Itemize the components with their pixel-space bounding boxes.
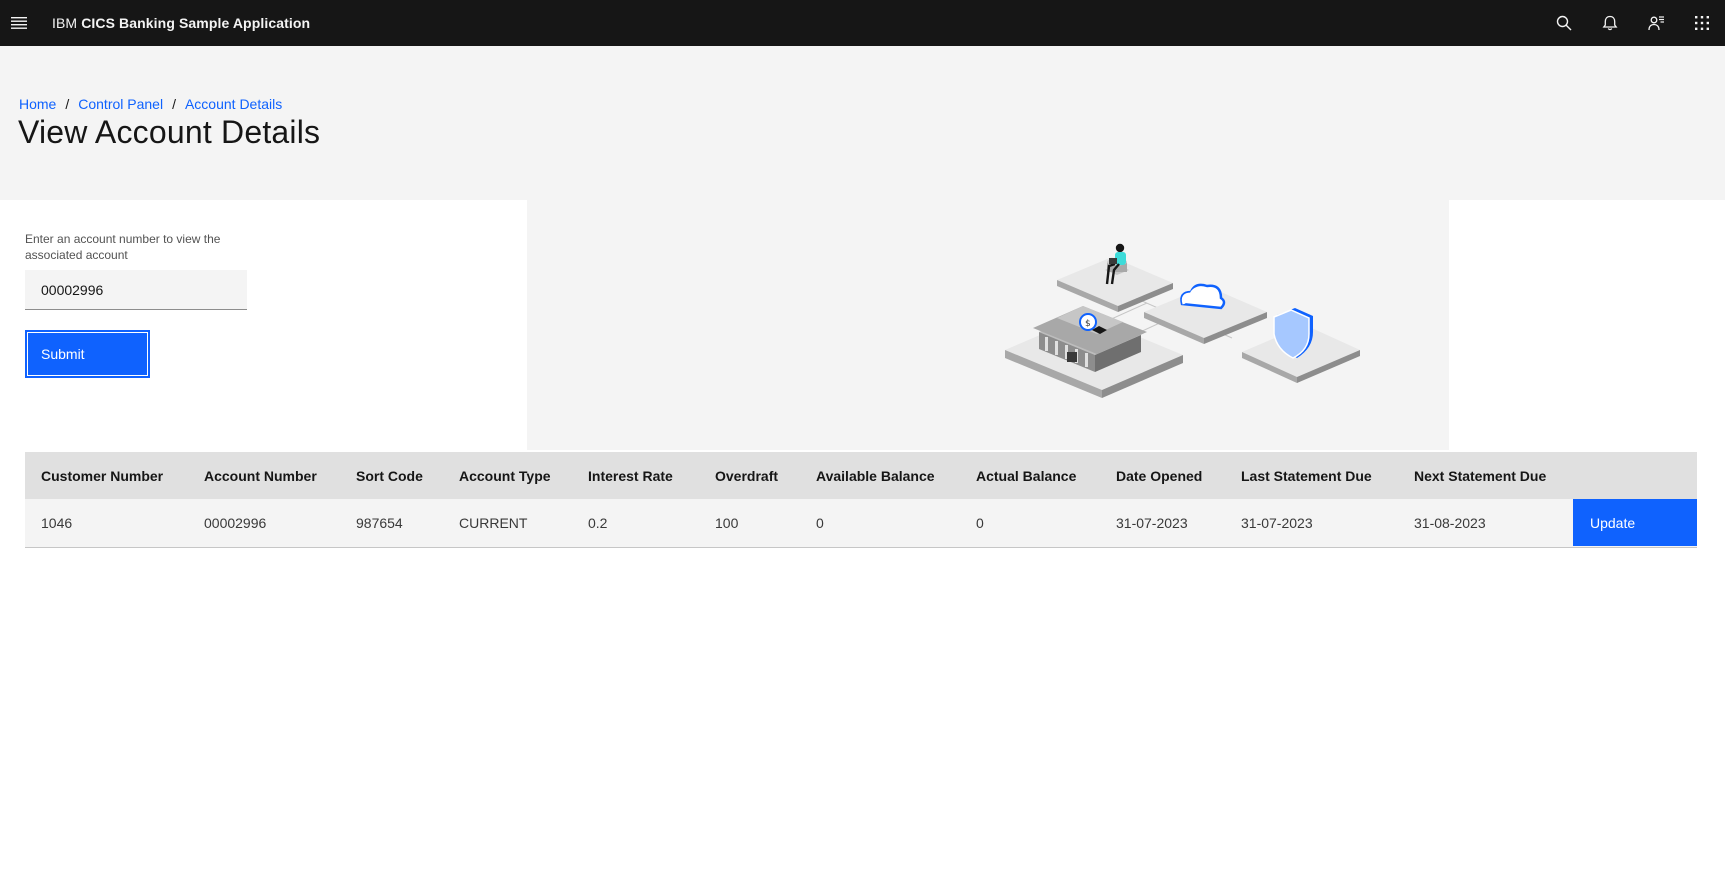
cell-date-opened: 31-07-2023 <box>1116 514 1188 531</box>
cloud-platform <box>1144 283 1267 344</box>
top-header: IBM CICS Banking Sample Application <box>0 0 1725 46</box>
breadcrumb-separator: / <box>172 96 176 112</box>
table-row: 1046 00002996 987654 CURRENT 0.2 100 0 0… <box>25 499 1697 547</box>
account-number-input[interactable] <box>25 270 247 310</box>
column-header: Overdraft <box>715 467 779 484</box>
cell-customer-number: 1046 <box>41 514 73 531</box>
column-header-action <box>1573 452 1697 499</box>
cell-sort-code: 987654 <box>356 514 403 531</box>
breadcrumb-account-details[interactable]: Account Details <box>185 96 282 112</box>
app-brand[interactable]: IBM CICS Banking Sample Application <box>52 15 310 31</box>
user-icon[interactable] <box>1633 0 1679 46</box>
column-header: Account Number <box>204 467 317 484</box>
column-header: Customer Number <box>41 467 164 484</box>
banking-illustration: $ <box>527 200 1449 450</box>
account-details-table: Customer Number Account Number Sort Code… <box>25 452 1697 548</box>
breadcrumb-home[interactable]: Home <box>19 96 56 112</box>
account-lookup-form: Enter an account number to view the asso… <box>0 200 527 450</box>
menu-icon[interactable] <box>0 0 38 46</box>
cell-last-statement-due: 31-07-2023 <box>1241 514 1313 531</box>
cell-account-number: 00002996 <box>204 514 267 531</box>
brand-prefix: IBM <box>52 15 78 31</box>
notification-icon[interactable] <box>1587 0 1633 46</box>
table-header-row: Customer Number Account Number Sort Code… <box>25 452 1697 499</box>
column-header: Account Type <box>459 467 551 484</box>
column-header: Next Statement Due <box>1414 467 1547 484</box>
breadcrumb: Home / Control Panel / Account Details <box>19 96 282 112</box>
column-header: Last Statement Due <box>1241 467 1372 484</box>
svg-text:$: $ <box>1085 319 1091 329</box>
cell-interest-rate: 0.2 <box>588 514 608 531</box>
cell-action: Update <box>1573 499 1697 547</box>
breadcrumb-control-panel[interactable]: Control Panel <box>78 96 163 112</box>
header-actions <box>1541 0 1725 46</box>
column-header: Interest Rate <box>588 467 673 484</box>
account-number-label: Enter an account number to view the asso… <box>25 232 221 262</box>
cell-overdraft: 100 <box>715 514 739 531</box>
cell-actual-balance: 0 <box>976 514 984 531</box>
cell-account-type: CURRENT <box>459 514 528 531</box>
page-title: View Account Details <box>18 114 321 150</box>
column-header: Date Opened <box>1116 467 1203 484</box>
column-header: Available Balance <box>816 467 935 484</box>
app-name: CICS Banking Sample Application <box>81 15 311 31</box>
submit-button[interactable]: Submit <box>25 330 150 378</box>
column-header: Actual Balance <box>976 467 1077 484</box>
app-switcher-icon[interactable] <box>1679 0 1725 46</box>
person-platform <box>1057 243 1173 312</box>
cell-next-statement-due: 31-08-2023 <box>1414 514 1486 531</box>
cell-available-balance: 0 <box>816 514 824 531</box>
breadcrumb-separator: / <box>65 96 70 112</box>
update-button[interactable]: Update <box>1573 499 1697 547</box>
page-header: Home / Control Panel / Account Details V… <box>0 46 1725 200</box>
column-header: Sort Code <box>356 467 423 484</box>
search-icon[interactable] <box>1541 0 1587 46</box>
